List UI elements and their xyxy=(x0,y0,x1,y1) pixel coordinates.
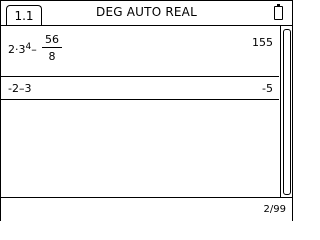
entry-expression: 2·34– xyxy=(8,42,37,56)
entry-result[interactable]: 155 xyxy=(252,36,273,49)
calculation-history: 2·34– 56 8 155 -2–3 -5 xyxy=(1,26,279,197)
fraction-denominator: 8 xyxy=(48,50,56,63)
expr-exponent: 4 xyxy=(25,42,32,52)
scrollbar[interactable] xyxy=(280,26,292,197)
scrollbar-thumb[interactable] xyxy=(283,29,291,195)
history-entry[interactable]: -2–3 -5 xyxy=(1,77,279,100)
mode-settings-label: DEG AUTO REAL xyxy=(96,5,197,19)
fraction-bar xyxy=(42,47,62,48)
history-entry[interactable]: 2·34– 56 8 155 xyxy=(1,26,279,77)
page-count: 2/99 xyxy=(263,204,286,215)
expr-minus: – xyxy=(31,43,37,56)
fraction-numerator: 56 xyxy=(45,33,59,46)
entry-expression: -2–3 xyxy=(8,82,32,95)
status-bar: 2/99 xyxy=(1,197,292,221)
title-bar: 1.1 DEG AUTO REAL xyxy=(1,1,292,26)
expr-prefix: 2·3 xyxy=(8,43,26,56)
calculator-window: 1.1 DEG AUTO REAL 2·34– 56 8 155 -2–3 -5… xyxy=(0,0,293,221)
fraction: 56 8 xyxy=(42,33,62,63)
entry-result[interactable]: -5 xyxy=(262,82,273,95)
battery-icon xyxy=(274,4,283,20)
